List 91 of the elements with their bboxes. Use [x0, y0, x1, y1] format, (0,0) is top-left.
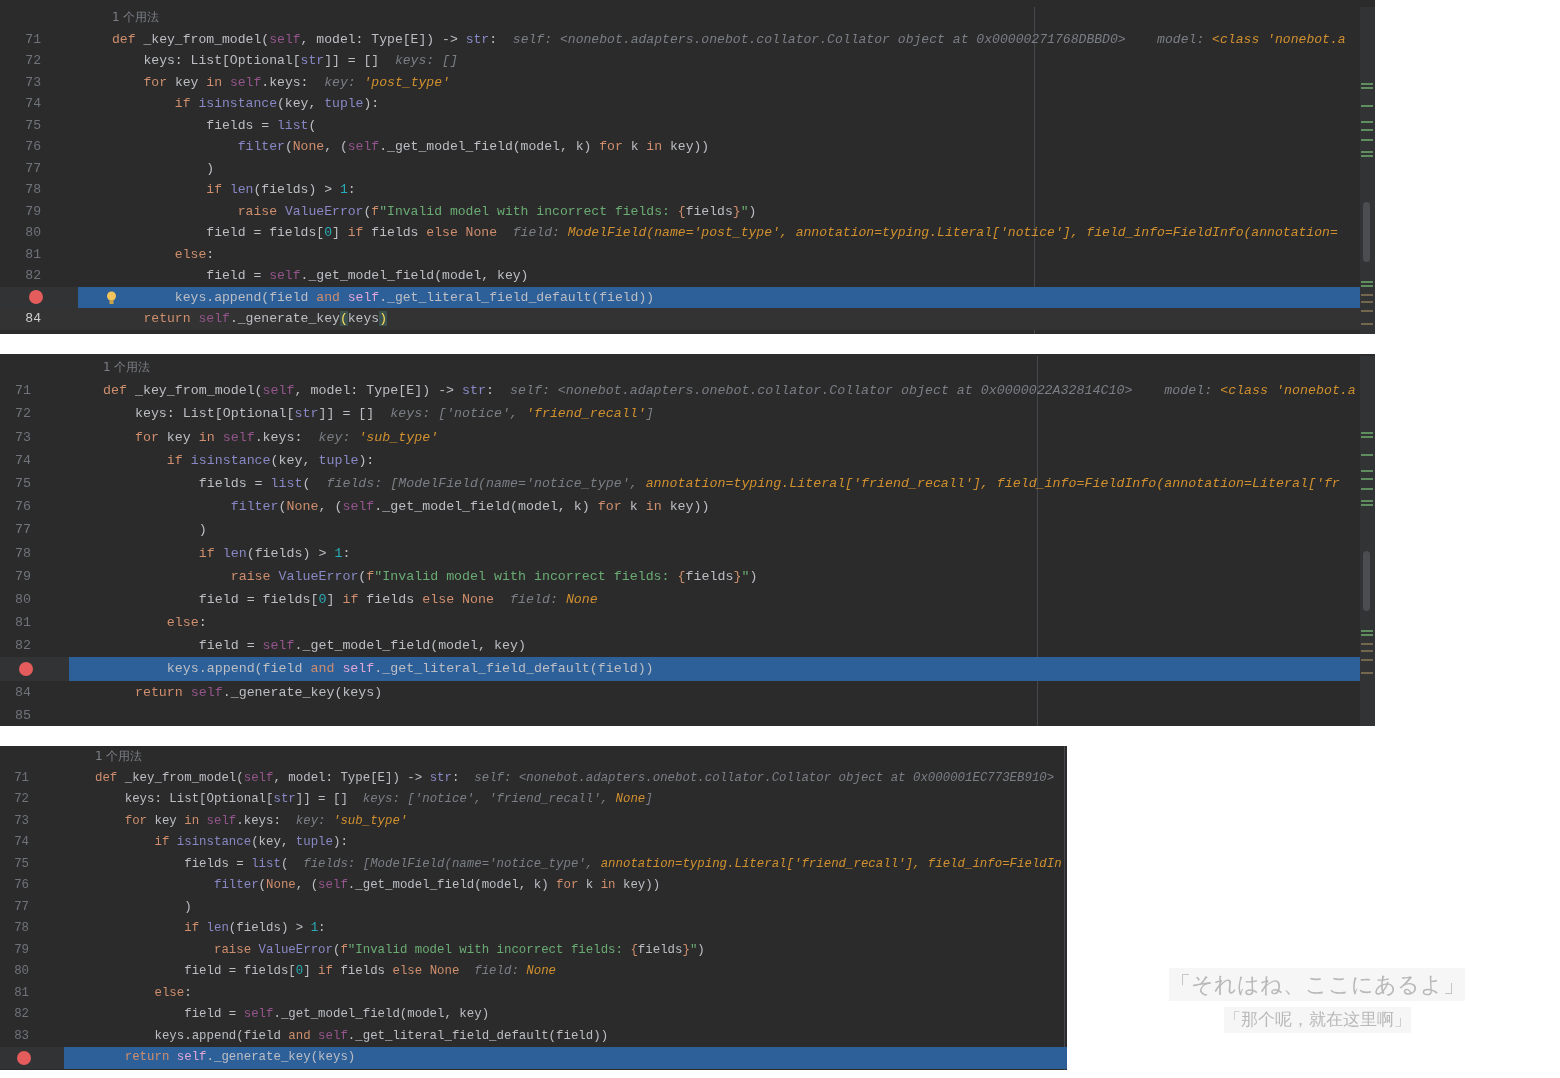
line-number: 76: [15, 498, 31, 517]
line-number: 72: [25, 52, 41, 70]
code-line: for key in self.keys: key: 'sub_type': [133, 428, 440, 447]
code-line: field = self._get_model_field(model, key): [205, 267, 530, 285]
code-line: ): [197, 521, 208, 540]
code-line: field = self._get_model_field(model, key): [197, 637, 527, 656]
line-number: 82: [15, 637, 31, 656]
code-line: filter(None, (self._get_model_field(model, k) for k in key)): [229, 498, 711, 517]
line-number: 75: [25, 116, 41, 135]
code-line: field = fields[0] if fields else None field: None: [183, 963, 558, 980]
line-number: 71: [25, 30, 41, 49]
line-number: 77: [14, 898, 29, 916]
code-line: ): [205, 159, 216, 178]
scrollbar-track[interactable]: [1360, 7, 1375, 334]
code-line: else:: [173, 245, 216, 264]
line-number: 71: [15, 382, 31, 401]
line-number: 80: [15, 590, 31, 609]
line-number: 76: [14, 877, 29, 894]
code-line: keys.append(field and self._get_literal_field_default(field)): [153, 1027, 610, 1045]
code-line: if isinstance(key, tuple):: [173, 95, 381, 113]
line-number: 81: [25, 245, 41, 264]
code-line: if isinstance(key, tuple):: [153, 834, 349, 851]
code-line: ): [183, 898, 193, 916]
code-line: field = fields[0] if fields else None field: None: [197, 590, 599, 609]
line-number: 71: [14, 769, 29, 787]
line-number: 73: [15, 428, 31, 447]
code-line: def _key_from_model(self, model: Type[E]) -> str: self: <nonebot.adapters.onebot.collator.Collator object at 0x000001EC773EB910>: [94, 769, 1056, 787]
code-line: keys: List[Optional[str]] = [] keys: []: [142, 52, 459, 70]
code-line: filter(None, (self._get_model_field(model, k) for k in key)): [236, 138, 711, 156]
line-number: 73: [14, 812, 29, 830]
code-line: fields = list(: [205, 116, 318, 135]
line-number: 81: [14, 984, 29, 1002]
line-number: 73: [25, 73, 41, 92]
code-line: if len(fields) > 1:: [205, 181, 357, 199]
caption-text: 「それはね、ここにあるよ」: [1169, 968, 1465, 1001]
code-line: else:: [153, 984, 193, 1002]
code-line: raise ValueError(f"Invalid model with incorrect fields: {fields}"): [236, 202, 758, 221]
line-number: 84: [15, 683, 31, 702]
line-number: 75: [15, 474, 31, 493]
code-line: keys: List[Optional[str]] = [] keys: ['notice', 'friend_recall', None]: [123, 791, 654, 808]
code-line: def _key_from_model(self, model: Type[E]) -> str: self: <nonebot.adapters.onebot.collator.Collator object at 0x00000271768DBBD0> model: <class 'nonebot.a: [111, 30, 1347, 49]
code-line: field = self._get_model_field(model, key): [183, 1006, 491, 1023]
line-number: 82: [14, 1006, 29, 1023]
line-number: 78: [25, 181, 41, 199]
line-number: 83: [14, 1027, 29, 1045]
caption-text: 「那个呢，就在这里啊」: [1223, 1007, 1411, 1033]
line-number: 82: [25, 267, 41, 285]
code-line: if len(fields) > 1:: [183, 920, 327, 937]
usage-hint[interactable]: 1 个用法: [78, 7, 160, 29]
breakpoint-icon[interactable]: [29, 290, 43, 305]
line-number: 75: [14, 855, 29, 873]
line-number: 76: [25, 138, 41, 156]
code-line: def _key_from_model(self, model: Type[E]) -> str: self: <nonebot.adapters.onebot.collator.Collator object at 0x0000022A32814C10> model: <class 'nonebot.a: [102, 382, 1357, 401]
usage-hint[interactable]: 1 个用法: [69, 356, 151, 380]
line-number: 81: [15, 614, 31, 633]
line-number: 79: [25, 202, 41, 221]
code-line: field = fields[0] if fields else None field: ModelField(name='post_type', annotation=typing.Literal['notice'], field_info=FieldInfo(annotation=: [205, 224, 1339, 242]
code-line: if len(fields) > 1:: [197, 544, 352, 563]
code-line: raise ValueError(f"Invalid model with incorrect fields: {fields}"): [229, 567, 759, 586]
code-line: filter(None, (self._get_model_field(model, k) for k in key)): [212, 877, 662, 894]
code-line: fields = list( fields: [ModelField(name='notice_type', annotation=typing.Literal['friend_recall'], field_info=FieldIn: [183, 855, 1063, 873]
line-number: 72: [14, 791, 29, 808]
line-number: 77: [25, 159, 41, 178]
line-number: 85: [15, 706, 31, 725]
line-number: 78: [14, 920, 29, 937]
line-number: 79: [14, 941, 29, 959]
line-number: 79: [15, 567, 31, 586]
line-number: 74: [14, 834, 29, 851]
line-number: 74: [15, 451, 31, 470]
lightbulb-icon[interactable]: [106, 290, 117, 305]
code-line: for key in self.keys: key: 'post_type': [142, 73, 451, 92]
scrollbar-thumb[interactable]: [1363, 551, 1370, 611]
line-number: 72: [15, 405, 31, 424]
line-number: 80: [25, 224, 41, 242]
code-line: if isinstance(key, tuple):: [165, 451, 376, 470]
scrollbar-track[interactable]: [1360, 356, 1375, 726]
scrollbar-thumb[interactable]: [1363, 202, 1370, 262]
code-line: fields = list( fields: [ModelField(name='notice_type', annotation=typing.Literal['friend_recall'], field_info=FieldInfo(annotation=Literal['fr: [197, 474, 1341, 493]
code-line: return self._generate_key(keys): [133, 683, 384, 702]
line-number: 80: [14, 963, 29, 980]
line-number: 77: [15, 521, 31, 540]
code-line: for key in self.keys: key: 'sub_type': [123, 812, 409, 830]
breakpoint-icon[interactable]: [19, 662, 33, 677]
line-number: 84: [25, 310, 41, 328]
line-number: 74: [25, 95, 41, 113]
breakpoint-icon[interactable]: [17, 1050, 31, 1065]
code-line: raise ValueError(f"Invalid model with incorrect fields: {fields}"): [212, 941, 706, 959]
usage-hint[interactable]: 1 个用法: [64, 746, 143, 768]
line-number: 78: [15, 544, 31, 563]
code-line: else:: [165, 614, 208, 633]
code-line: keys: List[Optional[str]] = [] keys: ['notice', 'friend_recall']: [133, 405, 655, 424]
